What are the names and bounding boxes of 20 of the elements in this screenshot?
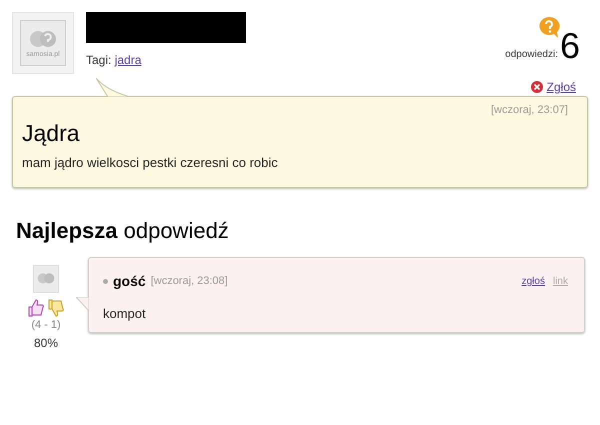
report-link[interactable]: zgłoś <box>522 274 545 289</box>
question-body: mam jądro wielkosci pestki czeresni co robic <box>22 154 279 172</box>
answer-body: kompot <box>103 305 147 323</box>
tags-label: Tagi: <box>86 53 112 67</box>
vote-count: (4 - 1) <box>31 318 61 333</box>
answers-count: 6 <box>560 25 580 66</box>
speech-bubbles-icon <box>36 272 56 286</box>
question-bubble-icon <box>538 16 560 40</box>
close-icon <box>530 81 543 93</box>
timestamp: [wczoraj, 23:08] <box>150 274 228 290</box>
answers-label: odpowiedzi: <box>505 48 558 62</box>
timestamp: [wczoraj, 23:07] <box>490 103 568 118</box>
thumbs-up-icon[interactable] <box>28 299 44 317</box>
report-link[interactable]: Zgłoś <box>546 78 576 96</box>
author-name: gość <box>113 272 146 291</box>
question-title: Jądra <box>22 118 81 146</box>
vote-percent: 80% <box>34 334 58 352</box>
section-heading: Najlepsza odpowiedź <box>16 217 230 245</box>
thumbs-down-icon[interactable] <box>48 299 64 317</box>
tag-link[interactable]: jadra <box>114 53 142 67</box>
